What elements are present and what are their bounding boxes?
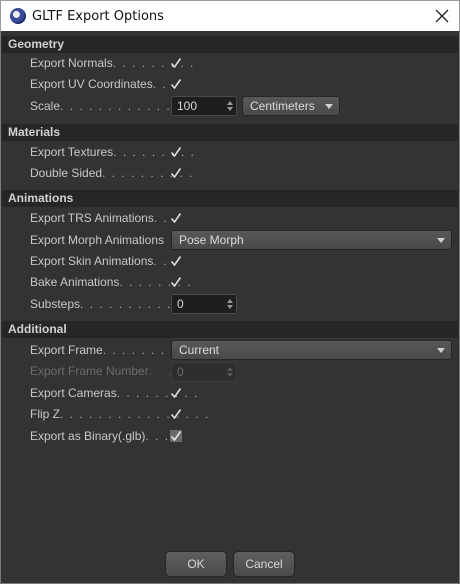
- scale-input[interactable]: 100: [171, 96, 237, 116]
- export-frame-number-row: Export Frame Number . . .: [30, 361, 173, 381]
- bake-animations-checkbox[interactable]: [170, 276, 182, 288]
- flip-z-row: Flip Z. . . . . . . . . . . . . . . .: [30, 404, 210, 424]
- export-skin-row: Export Skin Animations . .: [30, 251, 168, 271]
- section-animations: Animations: [2, 190, 458, 207]
- export-skin-label: Export Skin Animations: [30, 254, 154, 268]
- export-frame-value: Current: [179, 343, 220, 357]
- export-frame-number-value: 0: [177, 365, 184, 379]
- export-skin-checkbox[interactable]: [170, 255, 182, 267]
- double-sided-label: Double Sided: [30, 166, 103, 180]
- export-frame-number-label: Export Frame Number: [30, 364, 149, 378]
- export-morph-row: Export Morph Animations: [30, 230, 164, 250]
- leader-dots: . . . . . . . . .: [113, 145, 196, 159]
- close-icon: [435, 9, 449, 23]
- scale-unit-dropdown[interactable]: Centimeters: [242, 96, 340, 116]
- section-additional: Additional: [2, 321, 458, 338]
- leader-dots: . . .: [148, 364, 173, 378]
- section-geometry: Geometry: [2, 36, 458, 53]
- flip-z-label: Flip Z: [30, 407, 60, 421]
- section-materials: Materials: [2, 124, 458, 141]
- export-uv-row: Export UV Coordinates . . .: [30, 74, 177, 94]
- checkmark-icon: [170, 277, 182, 288]
- export-trs-checkbox[interactable]: [170, 212, 182, 224]
- export-textures-checkbox[interactable]: [170, 146, 182, 158]
- cancel-button[interactable]: Cancel: [233, 551, 295, 577]
- ok-button[interactable]: OK: [165, 551, 227, 577]
- leader-dots: . . . . . . . . .: [112, 56, 195, 70]
- leader-dots: . . . . . . . . .: [116, 386, 199, 400]
- scale-label: Scale: [30, 99, 61, 113]
- export-textures-label: Export Textures: [30, 145, 114, 159]
- export-normals-label: Export Normals: [30, 56, 113, 70]
- double-sided-checkbox[interactable]: [170, 167, 182, 179]
- export-uv-checkbox[interactable]: [170, 78, 182, 90]
- checkmark-icon: [170, 58, 182, 69]
- export-frame-number-input: 0: [171, 362, 237, 382]
- checkmark-icon: [170, 388, 182, 399]
- scale-value: 100: [177, 99, 198, 113]
- checkmark-icon: [170, 213, 182, 224]
- chevron-down-icon: [325, 104, 333, 109]
- export-morph-label: Export Morph Animations: [30, 233, 165, 247]
- export-cameras-label: Export Cameras: [30, 386, 117, 400]
- bake-animations-label: Bake Animations: [30, 275, 120, 289]
- chevron-down-icon: [437, 348, 445, 353]
- leader-dots: . . . . . . . . . . . . . . . .: [60, 407, 210, 421]
- substeps-label: Substeps: [30, 297, 81, 311]
- export-binary-row: Export as Binary(.glb) . . . .: [30, 426, 179, 446]
- checkmark-icon: [170, 256, 182, 267]
- checkmark-icon: [170, 431, 182, 442]
- cinema4d-app-icon: [10, 8, 26, 24]
- title-bar: GLTF Export Options: [0, 0, 460, 31]
- export-binary-checkbox[interactable]: [170, 430, 182, 442]
- chevron-down-icon: [437, 238, 445, 243]
- export-frame-dropdown[interactable]: Current: [171, 340, 452, 360]
- substeps-input[interactable]: 0: [171, 294, 237, 314]
- checkmark-icon: [170, 409, 182, 420]
- export-options-dialog: Geometry Export Normals. . . . . . . . .…: [0, 31, 460, 584]
- bake-animations-row: Bake Animations . . . . . . . .: [30, 272, 192, 292]
- leader-dots: . .: [153, 254, 168, 268]
- export-normals-checkbox[interactable]: [170, 57, 182, 69]
- export-frame-label: Export Frame: [30, 343, 103, 357]
- spinner-arrows-icon[interactable]: [227, 298, 233, 310]
- spinner-arrows-icon[interactable]: [227, 100, 233, 112]
- close-button[interactable]: [433, 7, 451, 25]
- checkmark-icon: [170, 79, 182, 90]
- morph-animations-value: Pose Morph: [179, 233, 244, 247]
- checkmark-icon: [170, 168, 182, 179]
- window-title: GLTF Export Options: [32, 8, 164, 24]
- export-binary-label: Export as Binary(.glb): [30, 429, 146, 443]
- spinner-arrows-icon: [227, 366, 233, 378]
- scale-unit-value: Centimeters: [250, 99, 315, 113]
- export-frame-row: Export Frame . . . . . . . . . .: [30, 340, 195, 360]
- checkmark-icon: [170, 147, 182, 158]
- export-uv-label: Export UV Coordinates: [30, 77, 153, 91]
- morph-animations-dropdown[interactable]: Pose Morph: [171, 230, 452, 250]
- export-trs-label: Export TRS Animations: [30, 211, 154, 225]
- export-trs-row: Export TRS Animations . . .: [30, 208, 178, 228]
- substeps-value: 0: [177, 297, 184, 311]
- export-cameras-checkbox[interactable]: [170, 387, 182, 399]
- flip-z-checkbox[interactable]: [170, 408, 182, 420]
